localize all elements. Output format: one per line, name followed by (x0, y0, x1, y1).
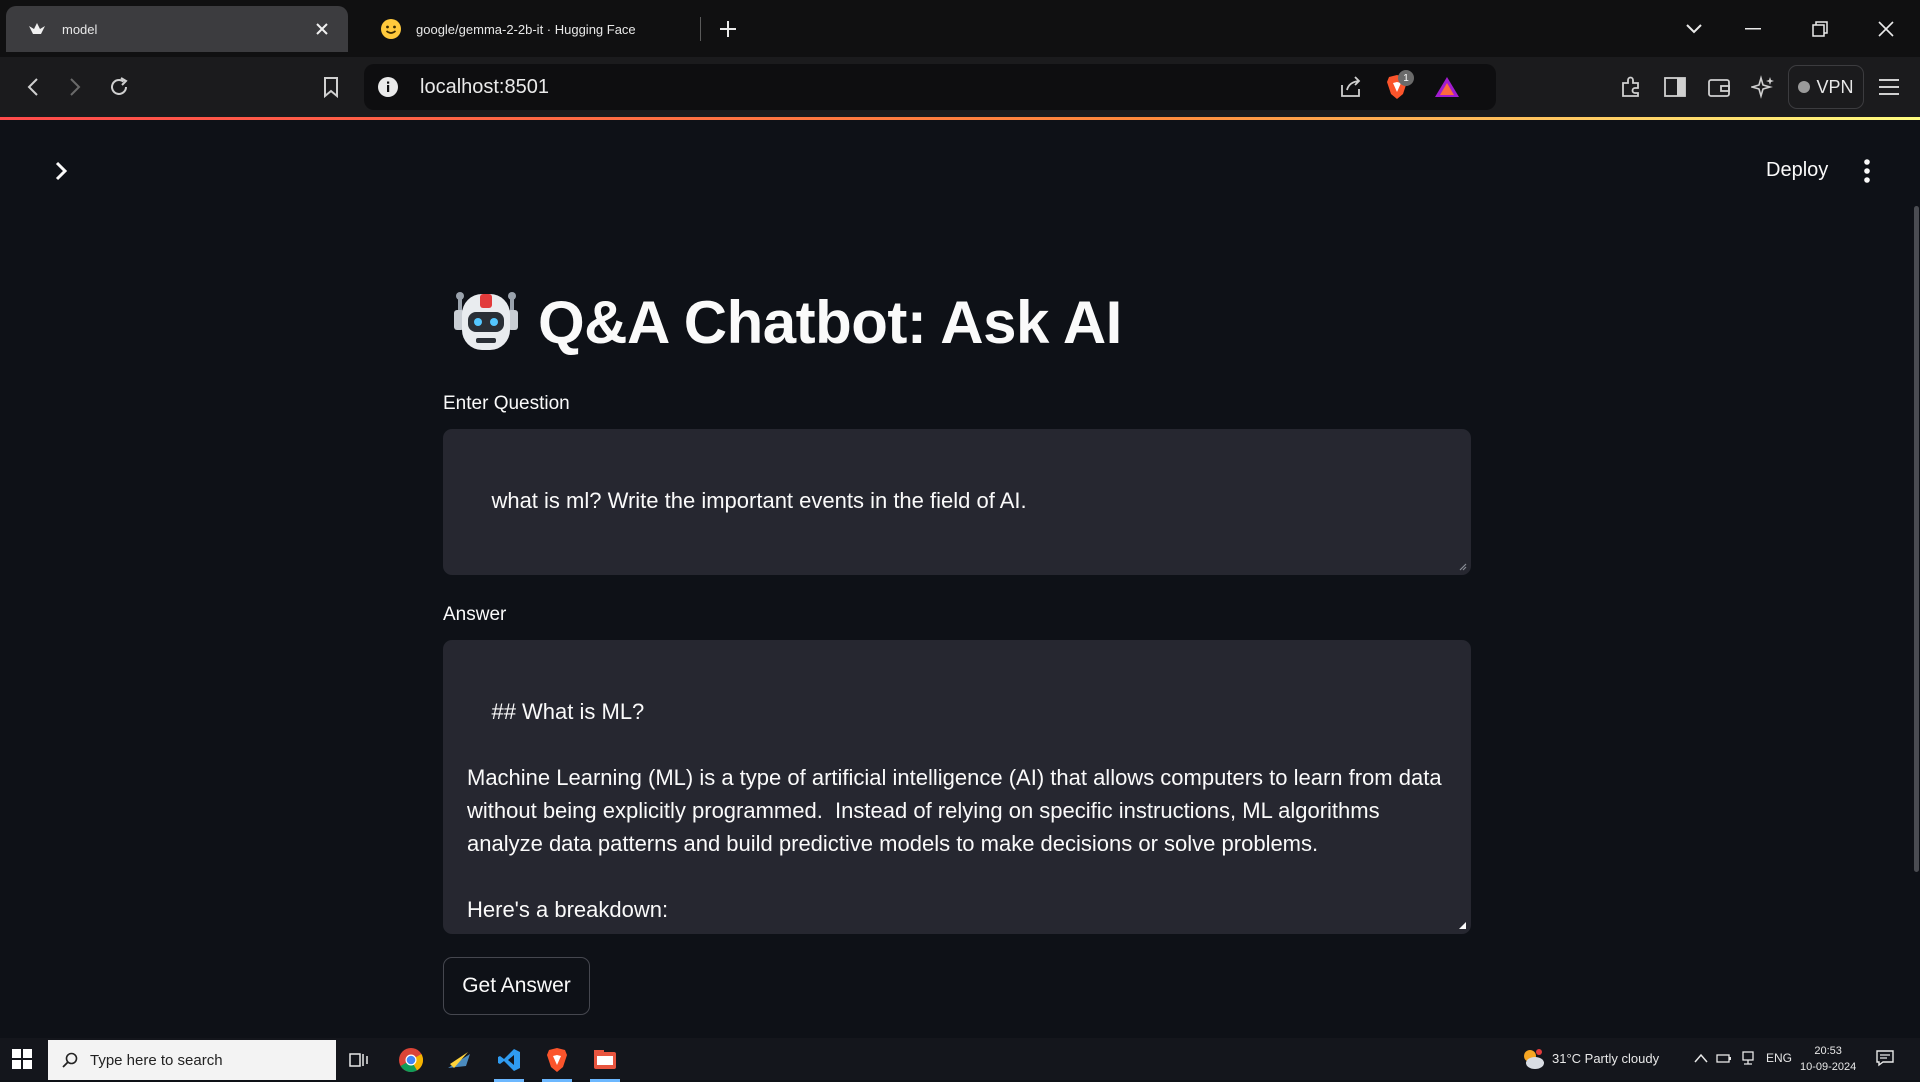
resize-handle-icon[interactable] (1457, 561, 1467, 571)
tab-hugging-face[interactable]: google/gemma-2-2b-it · Hugging Face (360, 6, 700, 52)
more-vertical-icon (1864, 159, 1870, 183)
minimize-button[interactable] (1736, 12, 1770, 46)
extensions-button[interactable] (1614, 70, 1648, 104)
clock-time: 20:53 (1814, 1045, 1842, 1057)
reload-button[interactable] (102, 70, 136, 104)
sidebar-panel-button[interactable] (1658, 70, 1692, 104)
hamburger-icon (1879, 79, 1899, 95)
arrow-left-icon (27, 78, 38, 96)
windows-start-icon[interactable] (12, 1049, 32, 1069)
vpn-label: VPN (1816, 76, 1854, 97)
page-scrollbar[interactable] (1914, 206, 1919, 872)
network-icon[interactable] (1740, 1050, 1756, 1066)
side-panel-icon (1664, 77, 1686, 97)
weather-partly-cloudy-icon[interactable] (1520, 1046, 1546, 1072)
brave-shields-icon[interactable]: 1 (1382, 70, 1414, 102)
tab-title: google/gemma-2-2b-it · Hugging Face (416, 21, 636, 37)
chevron-down-icon (1686, 24, 1702, 34)
vscode-icon (498, 1049, 520, 1071)
minimize-icon (1745, 28, 1761, 30)
share-icon[interactable] (1336, 72, 1366, 102)
bookmark-button[interactable] (314, 70, 348, 104)
python-app-taskbar-button[interactable] (436, 1042, 482, 1078)
hugging-face-favicon-icon (380, 18, 402, 40)
wallet-icon (1708, 79, 1730, 97)
python-feather-icon (448, 1052, 470, 1068)
restore-icon (1812, 21, 1828, 37)
url-text[interactable]: localhost:8501 (420, 76, 549, 99)
forward-button[interactable] (58, 70, 92, 104)
get-answer-button[interactable]: Get Answer (443, 957, 590, 1015)
tab-separator (700, 17, 701, 41)
answer-text[interactable]: ## What is ML? Machine Learning (ML) is … (467, 699, 1448, 922)
tab-search-button[interactable] (1677, 12, 1711, 46)
chevron-right-icon (55, 161, 68, 181)
shields-count-badge: 1 (1398, 70, 1414, 86)
search-placeholder: Type here to search (90, 1051, 223, 1069)
question-text[interactable]: what is ml? Write the important events i… (491, 488, 1026, 513)
close-window-button[interactable] (1869, 12, 1903, 46)
plus-icon (720, 21, 736, 37)
question-label: Enter Question (443, 393, 570, 414)
weather-text[interactable]: 31°C Partly cloudy (1552, 1051, 1659, 1066)
arrow-right-icon (70, 78, 81, 96)
new-tab-button[interactable] (714, 15, 742, 43)
sparkle-icon (1751, 75, 1774, 99)
chrome-taskbar-button[interactable] (388, 1042, 434, 1078)
reload-icon (111, 77, 128, 95)
media-app-taskbar-button[interactable] (582, 1042, 628, 1082)
expand-sidebar-button[interactable] (48, 158, 74, 184)
address-bar[interactable]: localhost:8501 1 (364, 64, 1496, 110)
site-info-icon[interactable] (376, 75, 400, 99)
answer-textarea[interactable]: ## What is ML? Machine Learning (ML) is … (443, 640, 1471, 934)
question-textarea[interactable]: what is ml? Write the important events i… (443, 429, 1471, 575)
page-title: Q&A Chatbot: Ask AI (538, 288, 1122, 356)
resize-handle-icon[interactable] (1457, 920, 1467, 930)
main-menu-button[interactable] (1872, 70, 1906, 104)
tab-model[interactable]: model (6, 6, 348, 52)
answer-label: Answer (443, 604, 507, 625)
wallet-button[interactable] (1702, 70, 1736, 104)
streamlit-app: Deploy Q&A Chatbot: Ask AI Enter Questio… (0, 120, 1920, 1038)
leo-ai-button[interactable] (1746, 70, 1780, 104)
close-tab-icon[interactable] (310, 17, 334, 41)
chrome-icon (399, 1048, 424, 1073)
vscode-taskbar-button[interactable] (486, 1042, 532, 1082)
vpn-button[interactable]: VPN (1788, 65, 1864, 109)
brave-rewards-icon[interactable] (1432, 72, 1462, 102)
brave-icon (547, 1048, 567, 1072)
taskbar-search-box[interactable]: Type here to search (48, 1040, 336, 1080)
battery-icon[interactable] (1716, 1051, 1732, 1065)
browser-toolbar: localhost:8501 1 VPN (0, 57, 1920, 117)
puzzle-icon (1622, 76, 1639, 97)
bookmark-icon (324, 77, 338, 98)
task-view-icon (349, 1053, 368, 1067)
windows-taskbar: Type here to search 31°C Partly cloudy E… (0, 1038, 1920, 1082)
back-button[interactable] (16, 70, 50, 104)
language-indicator[interactable]: ENG (1766, 1051, 1792, 1065)
close-icon (1878, 21, 1894, 37)
clock-date: 10-09-2024 (1800, 1061, 1857, 1073)
restore-button[interactable] (1803, 12, 1837, 46)
title-row: Q&A Chatbot: Ask AI (448, 284, 1122, 360)
deploy-button[interactable]: Deploy (1752, 152, 1842, 188)
task-view-button[interactable] (336, 1042, 382, 1078)
streamlit-favicon-icon (26, 18, 48, 40)
system-clock[interactable]: 20:53 10-09-2024 (1800, 1043, 1856, 1075)
search-icon (60, 1050, 80, 1070)
browser-tab-bar: model google/gemma-2-2b-it · Hugging Fac… (0, 0, 1920, 57)
vpn-status-icon (1798, 81, 1811, 93)
tab-title: model (62, 21, 98, 37)
media-app-icon (594, 1050, 616, 1069)
brave-taskbar-button[interactable] (534, 1042, 580, 1082)
main-menu-kebab-button[interactable] (1852, 154, 1882, 188)
chevron-up-icon[interactable] (1694, 1053, 1708, 1063)
notifications-icon[interactable] (1876, 1049, 1894, 1067)
robot-icon (454, 292, 518, 350)
